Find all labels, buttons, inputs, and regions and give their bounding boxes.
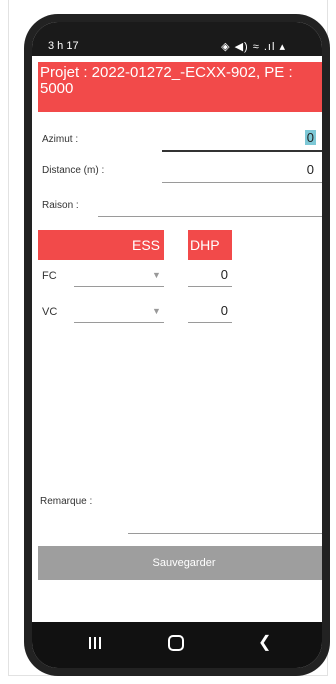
distance-value[interactable]: 0 <box>307 162 314 177</box>
azimut-label: Azimut : <box>42 134 79 145</box>
azimut-field[interactable] <box>162 150 322 152</box>
recents-icon[interactable] <box>88 636 102 650</box>
app-screen: 3 h 17 ◈ ◀) ≈ .ıl ▴ Projet : 2022-01272_… <box>32 22 322 668</box>
status-time: 3 h 17 <box>48 40 79 52</box>
row-label-fc: FC <box>42 270 57 282</box>
distance-field[interactable] <box>162 182 322 183</box>
species-dropdown-underline <box>74 286 164 287</box>
species-dropdown-underline <box>74 322 164 323</box>
raison-field[interactable] <box>98 216 322 217</box>
dhp-value-vc[interactable]: 0 <box>221 303 228 318</box>
dhp-column-header: DHP <box>188 230 232 260</box>
save-button[interactable]: Sauvegarder <box>38 546 322 580</box>
ess-column-header: ESS <box>38 230 164 260</box>
back-icon[interactable]: ❮ <box>258 635 271 651</box>
status-bar: 3 h 17 ◈ ◀) ≈ .ıl ▴ <box>32 22 322 56</box>
phone-frame: 3 h 17 ◈ ◀) ≈ .ıl ▴ Projet : 2022-01272_… <box>24 14 330 676</box>
raison-label: Raison : <box>42 200 79 211</box>
azimut-value[interactable]: 0 <box>304 130 316 145</box>
navigation-bar: ❮ <box>32 622 322 668</box>
dhp-field-vc[interactable] <box>188 322 232 323</box>
dhp-field-fc[interactable] <box>188 286 232 287</box>
distance-label: Distance (m) : <box>42 165 105 176</box>
dhp-value-fc[interactable]: 0 <box>221 267 228 282</box>
home-icon[interactable] <box>168 635 184 651</box>
status-icons: ◈ ◀) ≈ .ıl ▴ <box>221 41 286 53</box>
row-label-vc: VC <box>42 306 58 318</box>
dropdown-arrow-icon: ▼ <box>152 270 161 280</box>
remarque-field[interactable] <box>128 533 322 534</box>
remarque-label: Remarque : <box>40 496 93 507</box>
dropdown-arrow-icon: ▼ <box>152 306 161 316</box>
project-title: Projet : 2022-01272_-ECXX-902, PE : 5000 <box>38 62 322 112</box>
